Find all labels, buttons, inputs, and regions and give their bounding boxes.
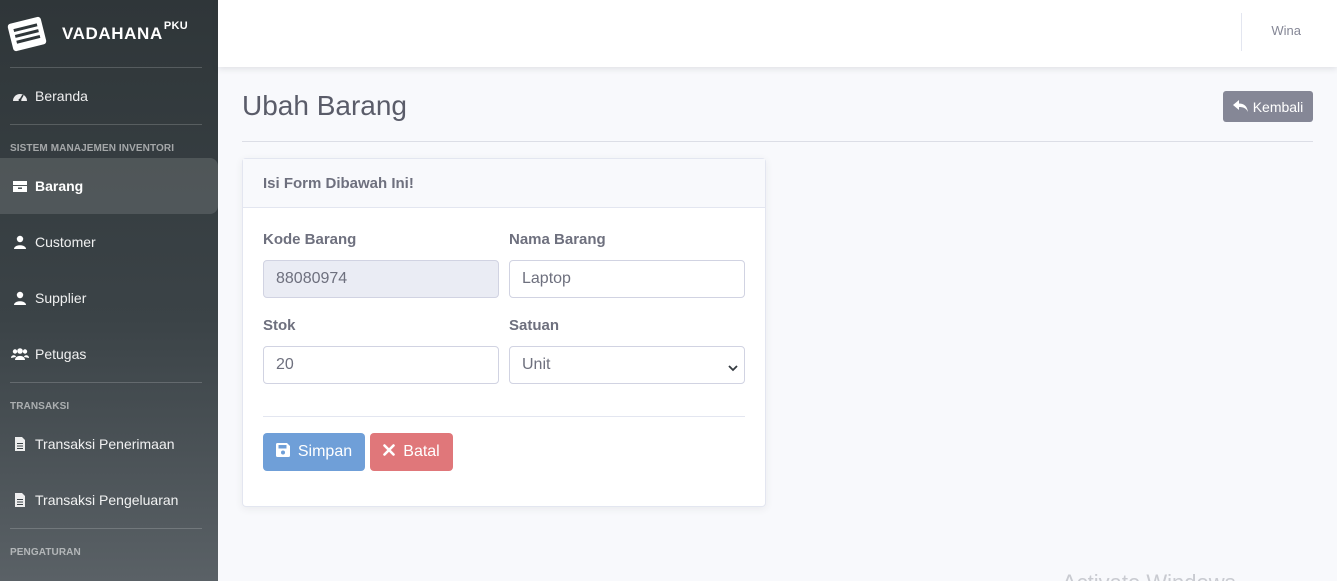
- sidebar-heading-inventory: SISTEM MANAJEMEN INVENTORI: [10, 143, 175, 154]
- file-icon: [11, 437, 29, 451]
- sidebar: VADAHANA PKU Beranda SISTEM MANAJEMEN INV…: [0, 0, 218, 581]
- brand[interactable]: VADAHANA PKU: [0, 0, 218, 67]
- kode-barang-value: 88080974: [276, 270, 348, 287]
- reply-icon: [1232, 99, 1248, 115]
- sidebar-item-label: Transaksi Penerimaan: [35, 436, 175, 452]
- user-menu[interactable]: Wina: [1271, 23, 1301, 38]
- topbar-divider: [1241, 13, 1242, 51]
- sidebar-item-petugas[interactable]: Petugas: [0, 326, 218, 382]
- close-icon: [383, 443, 396, 461]
- form-divider: [263, 416, 745, 417]
- save-icon: [275, 442, 290, 462]
- card-header: Isi Form Dibawah Ini!: [243, 159, 765, 208]
- brand-name: VADAHANA PKU: [62, 19, 188, 43]
- sidebar-heading-transaksi: TRANSAKSI: [10, 401, 70, 412]
- stok-value: 20: [276, 356, 294, 373]
- sidebar-item-label: Supplier: [35, 290, 87, 306]
- nama-barang-value: Laptop: [522, 270, 571, 287]
- nama-barang-field[interactable]: Laptop: [509, 260, 745, 298]
- sidebar-item-label: Barang: [35, 178, 84, 194]
- sidebar-item-barang[interactable]: Barang: [0, 158, 218, 214]
- users-icon: [11, 347, 29, 361]
- box-icon: [11, 179, 29, 193]
- sidebar-item-label: Transaksi Pengeluaran: [35, 492, 179, 508]
- sidebar-item-customer[interactable]: Customer: [0, 214, 218, 270]
- sidebar-heading-pengaturan: PENGATURAN: [10, 547, 81, 558]
- stok-label: Stok: [263, 317, 296, 334]
- activate-windows-watermark: Activate Windows: [1062, 570, 1236, 581]
- title-divider: [242, 141, 1313, 142]
- stok-field[interactable]: 20: [263, 346, 499, 384]
- save-button-label: Simpan: [297, 443, 353, 460]
- satuan-label: Satuan: [509, 317, 560, 334]
- user-icon: [11, 291, 29, 305]
- kode-barang-field[interactable]: 88080974: [263, 260, 499, 298]
- satuan-value: Unit: [522, 356, 551, 373]
- logo-icon: [4, 11, 50, 57]
- sidebar-item-label: Beranda: [35, 88, 88, 104]
- satuan-select[interactable]: Unit: [509, 346, 745, 384]
- nama-barang-label: Nama Barang: [509, 231, 606, 248]
- edit-item-form-card: Isi Form Dibawah Ini! Kode Barang 880809…: [242, 158, 766, 507]
- file-icon: [11, 493, 29, 507]
- dashboard-icon: [11, 89, 29, 103]
- save-button[interactable]: Simpan: [263, 433, 365, 471]
- sidebar-item-transaksi-pengeluaran[interactable]: Transaksi Pengeluaran: [0, 472, 218, 528]
- cancel-button-label: Batal: [403, 443, 440, 460]
- cancel-button[interactable]: Batal: [370, 433, 453, 471]
- sidebar-item-beranda[interactable]: Beranda: [0, 68, 218, 124]
- topbar: Wina: [218, 0, 1337, 67]
- sidebar-item-label: Customer: [35, 234, 96, 250]
- sidebar-item-supplier[interactable]: Supplier: [0, 270, 218, 326]
- page-title: Ubah Barang: [242, 90, 408, 121]
- sidebar-item-transaksi-penerimaan[interactable]: Transaksi Penerimaan: [0, 416, 218, 472]
- user-icon: [11, 235, 29, 249]
- kode-barang-label: Kode Barang: [263, 231, 357, 248]
- sidebar-item-label: Petugas: [35, 346, 87, 362]
- back-button[interactable]: Kembali: [1223, 91, 1313, 122]
- chevron-down-icon: [728, 360, 738, 378]
- back-button-label: Kembali: [1252, 98, 1304, 115]
